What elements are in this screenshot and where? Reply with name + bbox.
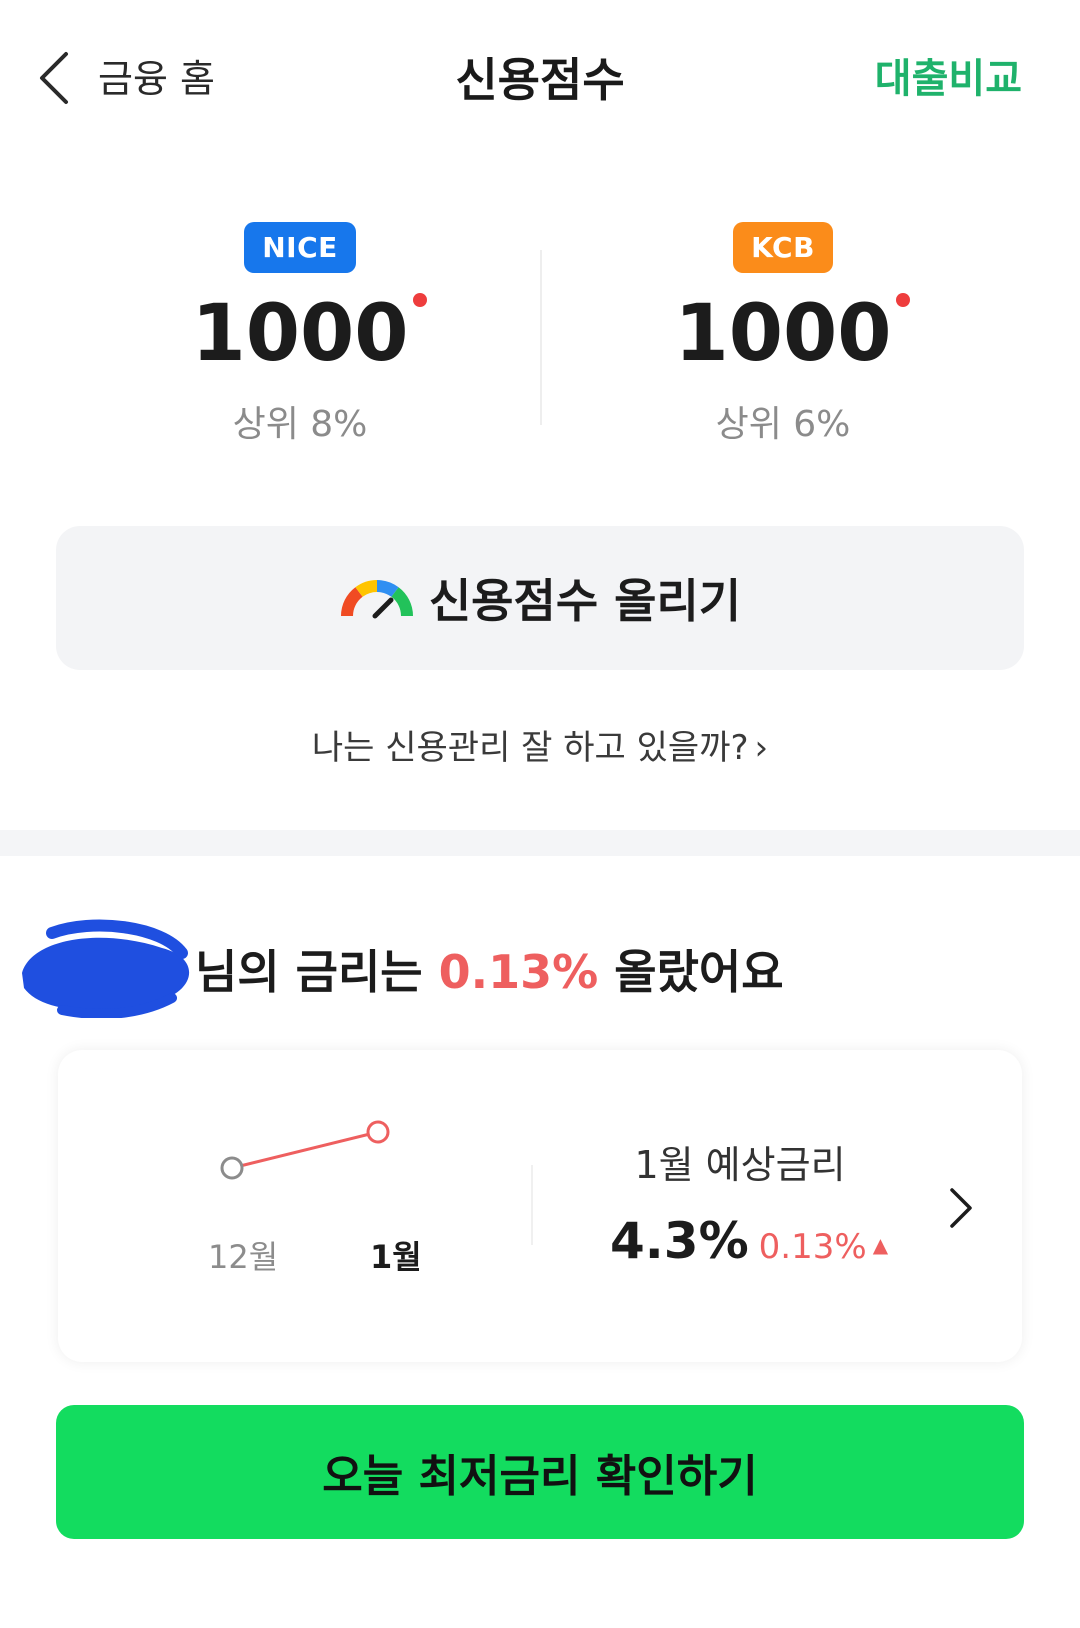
month-label-prev: 12월 [208,1238,279,1276]
nice-score-card[interactable]: NICE 1000 상위 8% [90,222,510,447]
rate-point-curr [366,1120,390,1144]
new-dot-icon [895,293,910,307]
credit-management-label: 나는 신용관리 잘 하고 있을까? [311,728,749,768]
rate-trend-line [231,1130,379,1170]
rate-forecast-card[interactable] [58,1050,1022,1362]
raise-credit-score-label: 신용점수 올리기 [428,574,742,628]
forecast-value: 4.3% 0.13% ▲ [610,1212,888,1270]
credit-management-link[interactable]: 나는 신용관리 잘 하고 있을까? › [0,720,1080,769]
score-divider [540,250,542,425]
chevron-right-icon: › [754,728,769,768]
gauge-icon [340,580,413,619]
rate-trend-chart [220,1120,390,1180]
nice-score-value: 1000 [191,293,427,373]
nice-rank: 상위 8% [232,404,368,445]
rate-headline-change: 0.13% [438,945,599,999]
rate-point-prev [220,1156,244,1180]
nice-badge: NICE [244,222,356,273]
new-dot-icon [412,293,427,307]
forecast-label: 1월 예상금리 [634,1143,846,1187]
kcb-score-card[interactable]: KCB 1000 상위 6% [573,222,993,447]
section-separator [0,830,1080,856]
rate-headline-suffix: 올랐어요 [598,945,784,999]
month-label-curr: 1월 [370,1238,422,1276]
rate-headline-prefix: 님의 금리는 [195,945,439,999]
chevron-right-icon[interactable] [946,1186,974,1230]
forecast-change: 0.13% [758,1227,867,1267]
kcb-rank: 상위 6% [715,404,851,445]
check-lowest-rate-button[interactable]: 오늘 최저금리 확인하기 [56,1405,1024,1539]
forecast-rate: 4.3% [610,1212,749,1270]
up-caret-icon: ▲ [872,1233,889,1257]
kcb-score-value: 1000 [674,293,910,373]
rate-headline: 님의 금리는 0.13% 올랐어요 [60,936,784,1002]
card-divider [531,1165,533,1245]
loan-compare-link[interactable]: 대출비교 [875,46,1022,104]
kcb-badge: KCB [733,222,833,273]
raise-credit-score-button[interactable]: 신용점수 올리기 [56,526,1024,670]
